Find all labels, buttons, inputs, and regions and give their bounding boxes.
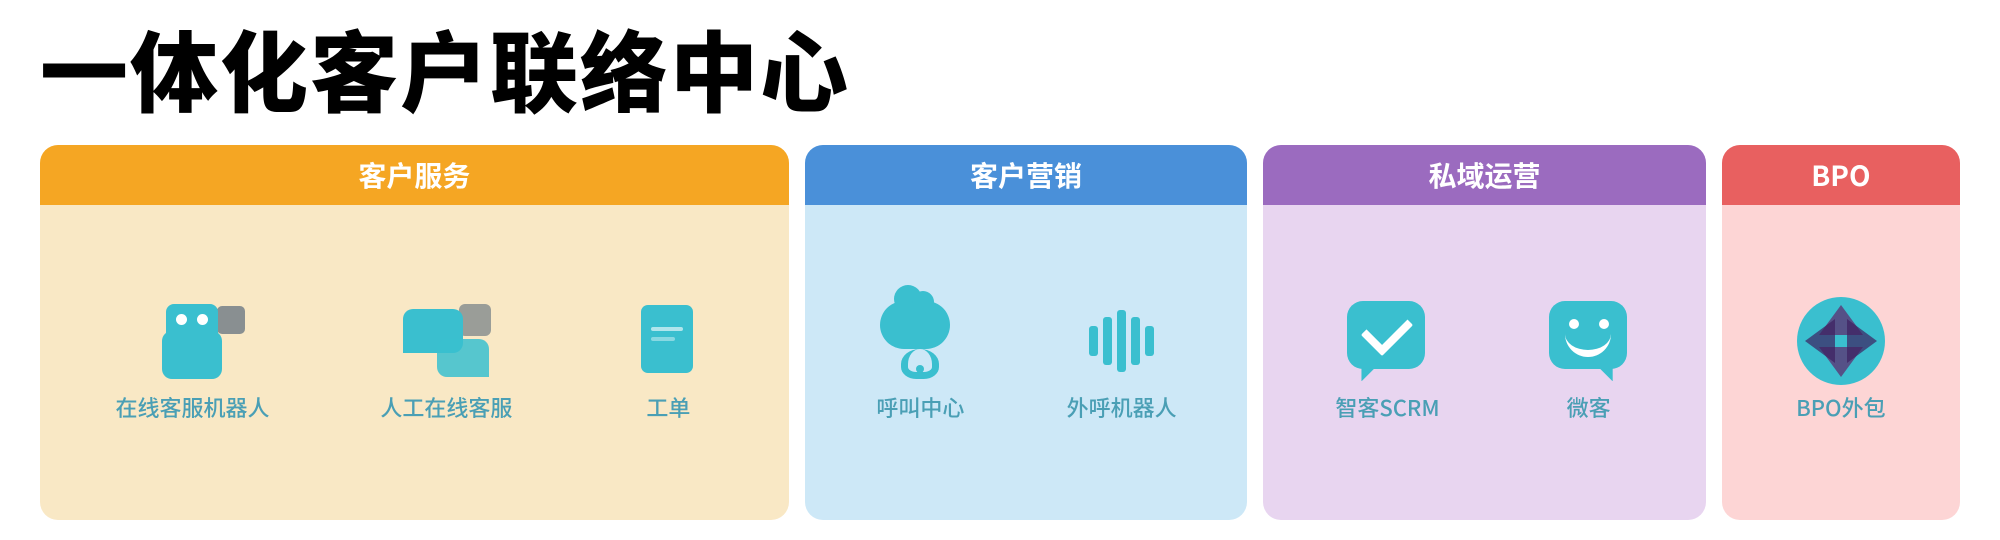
item-outrobot: 外呼机器人 xyxy=(1067,301,1177,423)
page-wrapper: 一体化客户联络中心 客户服务 xyxy=(0,0,2000,540)
scrm-icon-wrap xyxy=(1342,301,1432,381)
wike-icon xyxy=(1549,301,1629,381)
card-bpo: BPO BPO外包 xyxy=(1722,145,1960,520)
bpo-icon-wrap xyxy=(1796,301,1886,381)
chat-icon-wrap xyxy=(401,301,491,381)
human-label: 人工在线客服 xyxy=(380,391,512,423)
card-yingxiao: 客户营销 呼叫中心 xyxy=(805,145,1247,520)
card-kefu: 客户服务 在线客服机器人 xyxy=(40,145,789,520)
item-ticket: 工单 xyxy=(623,301,713,423)
wave-icon-wrap xyxy=(1077,301,1167,381)
cloud-phone-icon xyxy=(875,301,965,381)
wike-label: 微客 xyxy=(1567,391,1611,423)
item-human: 人工在线客服 xyxy=(380,301,512,423)
card-yingxiao-body: 呼叫中心 外呼机器人 xyxy=(805,205,1247,520)
card-kefu-body: 在线客服机器人 人工在线客服 xyxy=(40,205,789,520)
callcenter-label: 呼叫中心 xyxy=(876,391,964,423)
item-robot: 在线客服机器人 xyxy=(115,301,269,423)
wave-icon xyxy=(1089,301,1154,381)
ticket-label: 工单 xyxy=(646,391,690,423)
ticket-icon-wrap xyxy=(623,301,713,381)
chat-icon xyxy=(401,304,491,379)
card-bpo-body: BPO外包 xyxy=(1722,205,1960,520)
item-wike: 微客 xyxy=(1544,301,1634,423)
item-callcenter: 呼叫中心 xyxy=(875,301,965,423)
cards-row: 客户服务 在线客服机器人 xyxy=(40,145,1960,520)
card-yingxiao-header: 客户营销 xyxy=(805,145,1247,205)
card-siyun-body: 智客SCRM 微客 xyxy=(1263,205,1705,520)
item-bpowai: BPO外包 xyxy=(1796,301,1886,423)
robot-icon xyxy=(147,304,237,379)
page-title: 一体化客户联络中心 xyxy=(40,20,1960,117)
bpo-icon xyxy=(1797,297,1885,385)
cloud-phone-icon-wrap xyxy=(875,301,965,381)
scrm-label: 智客SCRM xyxy=(1335,391,1439,423)
card-siyun: 私域运营 智客SCRM xyxy=(1263,145,1705,520)
robot-label: 在线客服机器人 xyxy=(115,391,269,423)
wike-icon-wrap xyxy=(1544,301,1634,381)
card-kefu-header: 客户服务 xyxy=(40,145,789,205)
item-scrm: 智客SCRM xyxy=(1335,301,1439,423)
bpowai-label: BPO外包 xyxy=(1796,391,1886,423)
ticket-icon xyxy=(641,305,696,377)
robot-icon-wrap xyxy=(147,301,237,381)
outrobot-label: 外呼机器人 xyxy=(1067,391,1177,423)
card-bpo-header: BPO xyxy=(1722,145,1960,205)
scrm-icon xyxy=(1347,301,1427,381)
card-siyun-header: 私域运营 xyxy=(1263,145,1705,205)
